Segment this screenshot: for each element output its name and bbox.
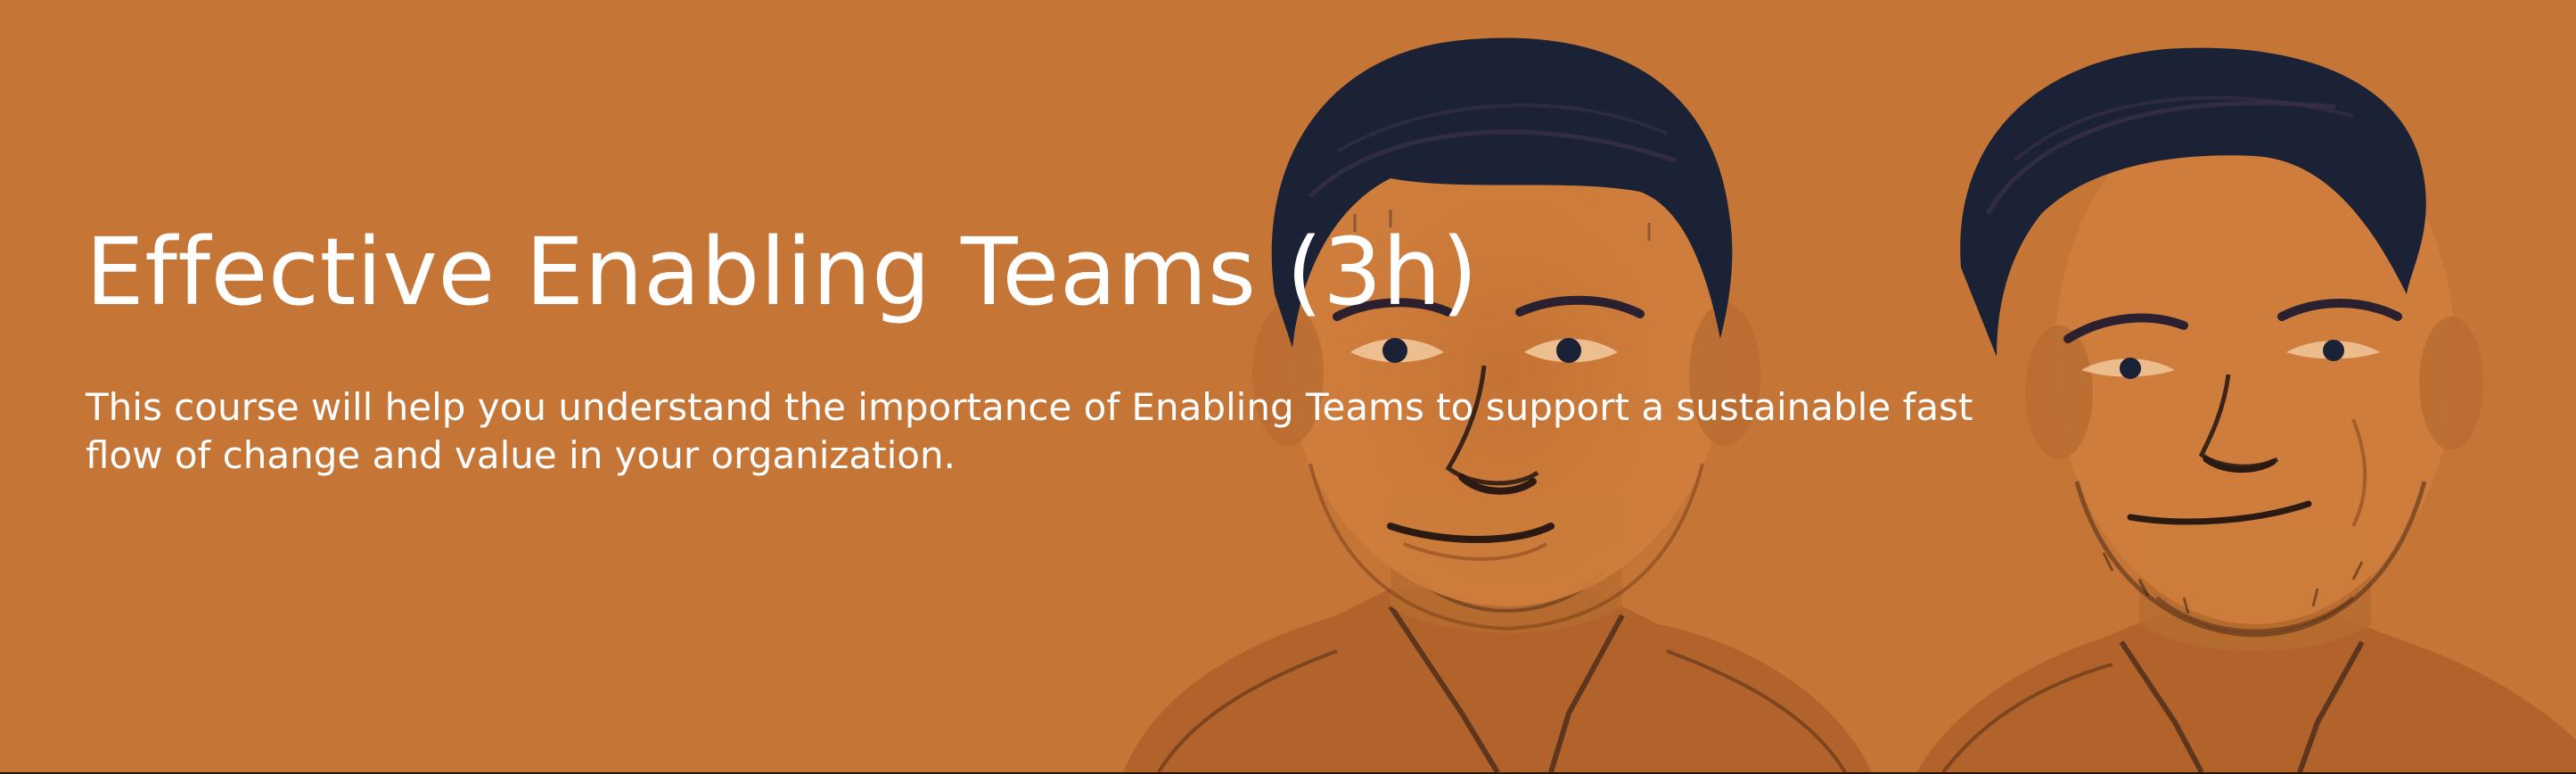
- course-description: This course will help you understand the…: [86, 385, 1973, 477]
- course-hero-banner: Effective Enabling Teams (3h) This cours…: [0, 0, 2576, 774]
- hero-text-block: Effective Enabling Teams (3h) This cours…: [86, 205, 2029, 480]
- course-title: Effective Enabling Teams (3h): [86, 218, 1479, 326]
